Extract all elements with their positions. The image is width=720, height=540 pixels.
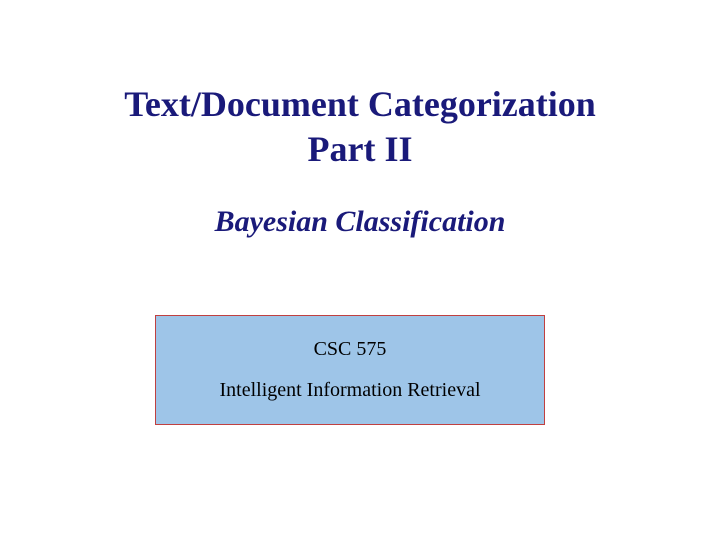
slide-subtitle: Bayesian Classification <box>0 205 720 239</box>
slide-container: Text/Document Categorization Part II Bay… <box>0 0 720 540</box>
course-name: Intelligent Information Retrieval <box>219 379 480 402</box>
course-code: CSC 575 <box>314 338 387 361</box>
title-line-2: Part II <box>0 127 720 172</box>
title-line-1: Text/Document Categorization <box>0 82 720 127</box>
slide-title: Text/Document Categorization Part II <box>0 82 720 172</box>
course-info-box: CSC 575 Intelligent Information Retrieva… <box>155 315 545 425</box>
